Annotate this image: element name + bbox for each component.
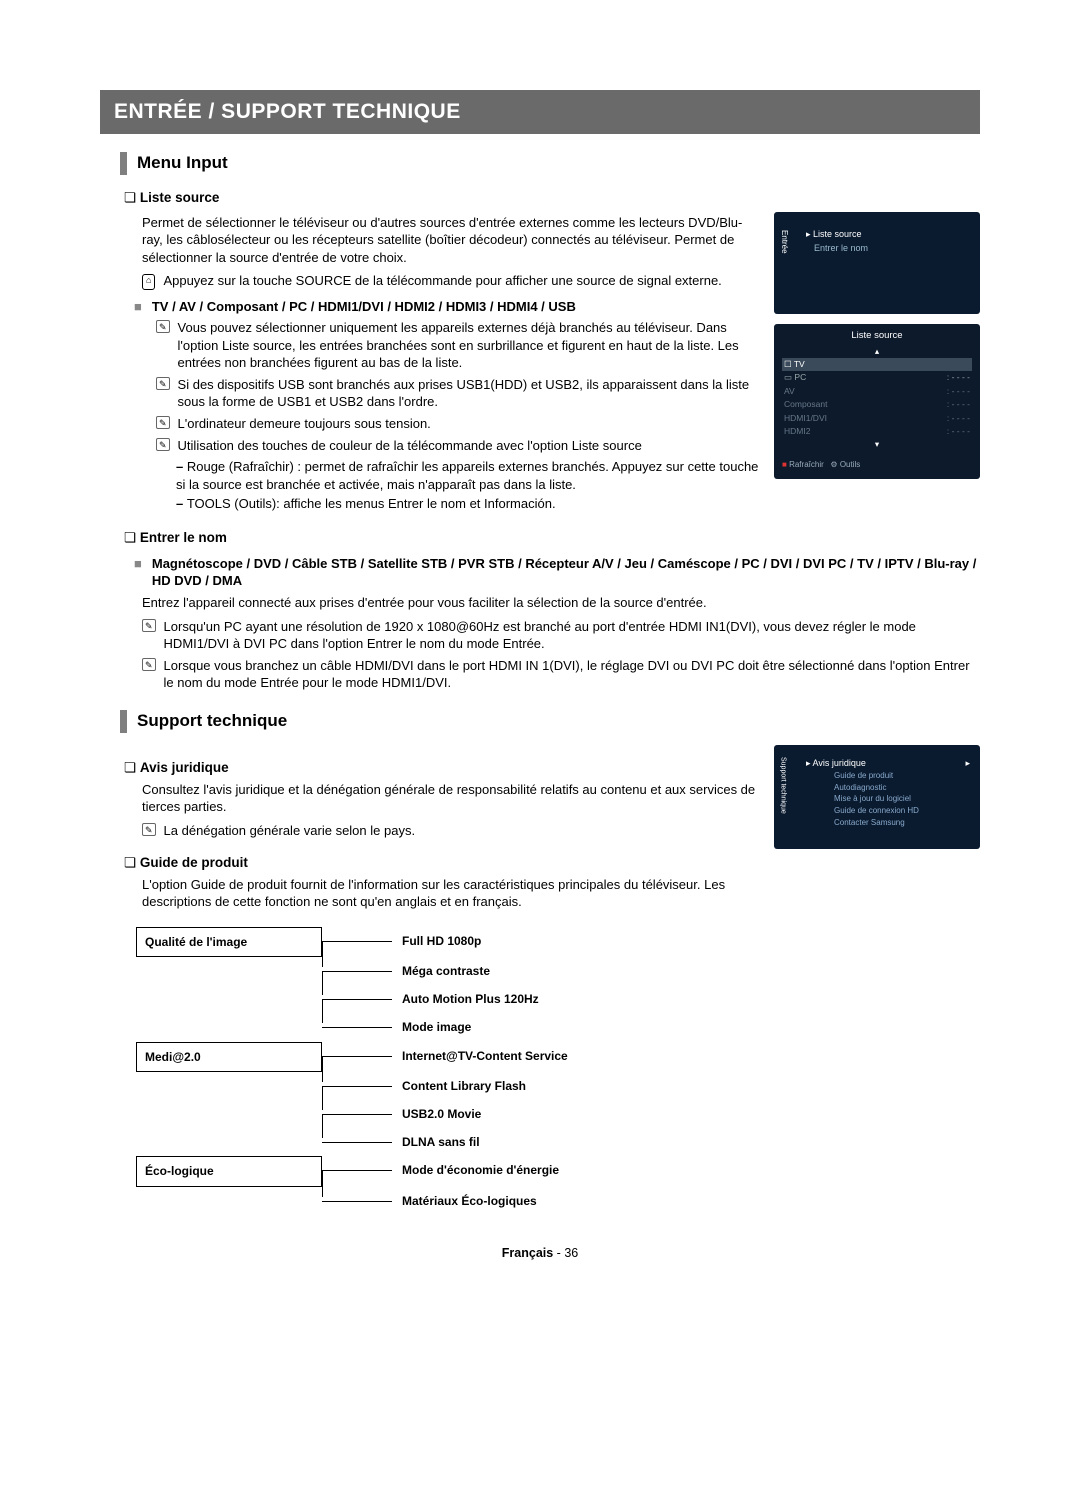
subhead-liste-source: Liste source [124, 189, 980, 207]
osd2-title: Liste source [782, 330, 972, 343]
osd3-sub1: Autodiagnostic [834, 783, 970, 794]
heading-support: Support technique [120, 710, 980, 733]
osd1-item2: Entrer le nom [814, 242, 970, 254]
osd3-sub4: Contacter Samsung [834, 818, 970, 829]
osd3-sub0: Guide de produit [834, 771, 970, 782]
osd2-row4: HDMI1/DVI [784, 413, 827, 424]
en-note2: Lorsque vous branchez un câble HDMI/DVI … [164, 657, 980, 692]
osd3-item: Avis juridique [813, 758, 866, 768]
note3: L'ordinateur demeure toujours sous tensi… [178, 415, 431, 433]
page-title-bar: ENTRÉE / SUPPORT TECHNIQUE [100, 90, 980, 134]
osd2-row3: Composant [784, 399, 827, 410]
note-icon: ✎ [142, 823, 156, 836]
ft-quality-1: Méga contraste [402, 957, 490, 985]
dash-rafraichir: Rouge (Rafraîchir) : permet de rafraîchi… [176, 459, 758, 492]
subhead-entrer-nom: Entrer le nom [124, 529, 980, 547]
osd3-sub3: Guide de connexion HD [834, 806, 970, 817]
osd1-side: Entrée [778, 230, 789, 254]
note2: Si des dispositifs USB sont branchés aux… [178, 376, 760, 411]
remote-icon: ⌂ [142, 274, 155, 290]
page-footer: Français - 36 [100, 1245, 980, 1262]
note-icon: ✎ [142, 619, 156, 632]
subhead-guide: Guide de produit [124, 854, 760, 872]
ft-eco-label: Éco-logique [136, 1156, 322, 1186]
note-icon: ✎ [142, 658, 156, 671]
osd2-row5: HDMI2 [784, 426, 810, 437]
feature-table: Qualité de l'image Full HD 1080p Méga co… [136, 927, 980, 1215]
osd1-item1: Liste source [813, 229, 862, 239]
note-icon: ✎ [156, 320, 170, 333]
ft-quality-3: Mode image [402, 1013, 471, 1041]
osd2-footer-l: Rafraîchir [789, 460, 824, 469]
osd-entree-menu: Entrée ▸ Liste source Entrer le nom [774, 212, 980, 314]
ft-media-1: Content Library Flash [402, 1072, 526, 1100]
guide-desc: L'option Guide de produit fournit de l'i… [142, 876, 760, 911]
note1: Vous pouvez sélectionner uniquement les … [178, 319, 760, 372]
ft-eco-0: Mode d'économie d'énergie [402, 1156, 559, 1186]
footer-lang: Français [502, 1246, 553, 1260]
osd2-row2: AV [784, 386, 795, 397]
osd3-sub2: Mise à jour du logiciel [834, 794, 970, 805]
avis-note: La dénégation générale varie selon le pa… [164, 822, 416, 840]
subhead-avis: Avis juridique [124, 759, 760, 777]
note-icon: ✎ [156, 377, 170, 390]
osd-support-menu: Support technique ▸ Avis juridique▸ Guid… [774, 745, 980, 849]
avis-desc: Consultez l'avis juridique et la dénégat… [142, 781, 760, 816]
footer-page: 36 [564, 1246, 578, 1260]
osd-liste-source: Liste source ▴ ☐ TV ▭ PC: - - - - AV: - … [774, 324, 980, 479]
sources-list: TV / AV / Composant / PC / HDMI1/DVI / H… [152, 298, 576, 316]
liste-source-desc: Permet de sélectionner le téléviseur ou … [142, 214, 760, 267]
ft-quality-0: Full HD 1080p [402, 927, 481, 957]
note-icon: ✎ [156, 438, 170, 451]
devices-list: Magnétoscope / DVD / Câble STB / Satelli… [152, 555, 980, 590]
ft-media-2: USB2.0 Movie [402, 1100, 481, 1128]
entrer-nom-desc: Entrez l'appareil connecté aux prises d'… [142, 594, 980, 612]
ft-quality-label: Qualité de l'image [136, 927, 322, 957]
dash-tools: TOOLS (Outils): affiche les menus Entrer… [187, 496, 556, 511]
ft-quality-2: Auto Motion Plus 120Hz [402, 985, 539, 1013]
ft-media-label: Medi@2.0 [136, 1042, 322, 1072]
ft-eco-1: Matériaux Éco-logiques [402, 1187, 537, 1215]
note4: Utilisation des touches de couleur de la… [178, 437, 642, 455]
osd3-side: Support technique [778, 757, 787, 814]
ft-media-0: Internet@TV-Content Service [402, 1042, 568, 1072]
osd2-row0: TV [794, 359, 805, 369]
remote-note: Appuyez sur la touche SOURCE de la téléc… [163, 272, 721, 290]
en-note1: Lorsqu'un PC ayant une résolution de 192… [164, 618, 980, 653]
note-icon: ✎ [156, 416, 170, 429]
osd2-dash: : - - - - [947, 372, 970, 383]
ft-media-3: DLNA sans fil [402, 1128, 480, 1156]
osd2-footer-r: Outils [840, 460, 860, 469]
osd2-row1: PC [794, 372, 806, 382]
heading-menu-input: Menu Input [120, 152, 980, 175]
